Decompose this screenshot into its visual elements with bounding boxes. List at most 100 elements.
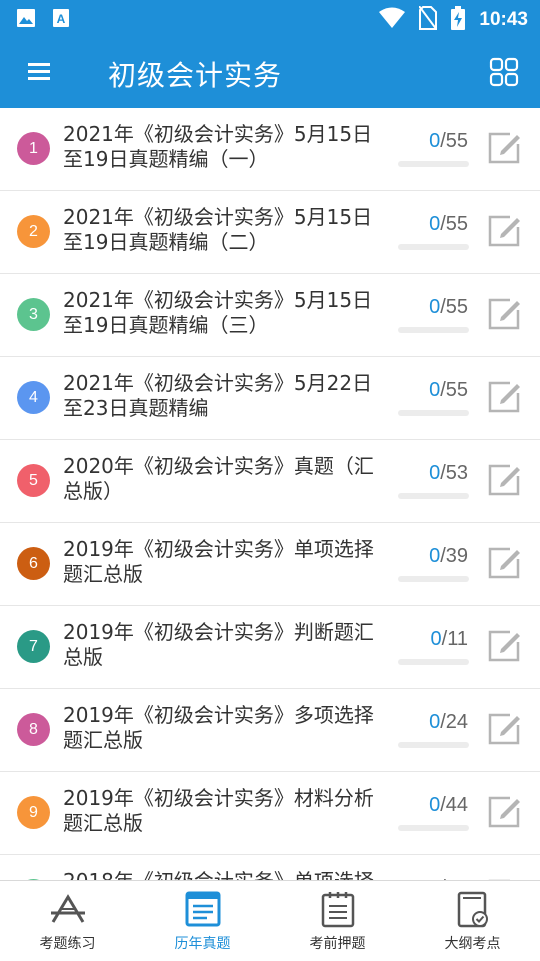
progress-bar — [398, 742, 469, 748]
list-item[interactable]: 9 2019年《初级会计实务》材料分析题汇总版 0/44 — [0, 772, 540, 855]
progress-bar — [398, 410, 469, 416]
index-badge: 5 — [17, 464, 50, 497]
pre-exam-icon — [318, 889, 358, 929]
list-item[interactable]: 7 2019年《初级会计实务》判断题汇总版 0/11 — [0, 606, 540, 689]
progress-bar — [398, 825, 469, 831]
total-count: /39 — [440, 545, 468, 567]
edit-icon[interactable] — [486, 379, 522, 415]
index-badge: 7 — [17, 630, 50, 663]
progress-bar — [398, 493, 469, 499]
index-badge: 8 — [17, 713, 50, 746]
exam-title: 2018年《初级会计实务》单项选择题汇总版 — [63, 869, 383, 880]
progress-count: 0/53 — [429, 462, 468, 485]
edit-icon[interactable] — [486, 794, 522, 830]
done-count: 0 — [429, 213, 441, 235]
edit-icon[interactable] — [486, 462, 522, 498]
done-count: 0 — [429, 296, 441, 318]
syllabus-icon — [453, 889, 493, 929]
index-badge: 9 — [17, 796, 50, 829]
edit-icon[interactable] — [486, 545, 522, 581]
progress-count: 0/55 — [429, 379, 468, 402]
edit-icon[interactable] — [486, 296, 522, 332]
total-count: /53 — [440, 462, 468, 484]
progress-bar — [398, 659, 469, 665]
index-badge: 1 — [17, 132, 50, 165]
progress-bar — [398, 327, 469, 333]
list-item[interactable]: 4 2021年《初级会计实务》5月22日至23日真题精编 0/55 — [0, 357, 540, 440]
index-badge: 6 — [17, 547, 50, 580]
progress-bar — [398, 576, 469, 582]
exam-title: 2020年《初级会计实务》真题（汇总版） — [63, 454, 374, 503]
total-count: /55 — [440, 213, 468, 235]
edit-icon[interactable] — [486, 130, 522, 166]
exam-list: 1 2021年《初级会计实务》5月15日至19日真题精编（一） 0/55 2 2021年… — [0, 108, 540, 880]
done-count: 0 — [429, 794, 441, 816]
total-count: /11 — [441, 628, 468, 650]
total-count: /24 — [440, 711, 468, 733]
wifi-icon — [379, 7, 406, 33]
progress-count: 0/11 — [431, 628, 468, 651]
no-sim-icon — [418, 5, 439, 34]
list-item[interactable]: 102018年《初级会计实务》单项选择题汇总版0/30 — [0, 855, 540, 880]
list-item[interactable]: 6 2019年《初级会计实务》单项选择题汇总版 0/39 — [0, 523, 540, 606]
index-badge: 3 — [17, 298, 50, 331]
progress-count: 0/44 — [429, 794, 468, 817]
battery-charging-icon — [451, 6, 466, 34]
hamburger-icon[interactable] — [26, 58, 58, 86]
page-title: 初级会计实务 — [108, 59, 283, 92]
total-count: /55 — [440, 130, 468, 152]
list-item[interactable]: 5 2020年《初级会计实务》真题（汇总版） 0/53 — [0, 440, 540, 523]
list-item[interactable]: 1 2021年《初级会计实务》5月15日至19日真题精编（一） 0/55 — [0, 108, 540, 191]
tab-pre-exam[interactable]: 考前押题 — [270, 881, 405, 961]
index-badge: 2 — [17, 215, 50, 248]
list-item[interactable]: 2 2021年《初级会计实务》5月15日至19日真题精编（二） 0/55 — [0, 191, 540, 274]
practice-icon — [48, 889, 88, 929]
image-icon — [16, 8, 36, 32]
done-count: 0 — [429, 130, 441, 152]
bottom-nav: 考题练习 历年真题 考前押题 大纲考点 — [0, 880, 540, 961]
svg-text:A: A — [57, 12, 66, 26]
tab-label: 考题练习 — [39, 936, 96, 952]
progress-count: 0/39 — [429, 545, 468, 568]
done-count: 0 — [429, 711, 441, 733]
progress-bar — [398, 244, 469, 250]
app-bar: 初级会计实务 — [0, 36, 540, 108]
status-bar: A 10:43 — [0, 0, 540, 36]
done-count: 0 — [429, 379, 441, 401]
done-count: 0 — [429, 462, 441, 484]
progress-count: 0/55 — [429, 296, 468, 319]
index-badge: 4 — [17, 381, 50, 414]
edit-icon[interactable] — [486, 213, 522, 249]
tab-label: 历年真题 — [174, 936, 231, 952]
exam-title: 2019年《初级会计实务》单项选择题汇总版 — [63, 537, 374, 586]
progress-bar — [398, 161, 469, 167]
tab-practice[interactable]: 考题练习 — [0, 881, 135, 961]
exam-title: 2021年《初级会计实务》5月15日至19日真题精编（二） — [63, 205, 373, 254]
list-item[interactable]: 3 2021年《初级会计实务》5月15日至19日真题精编（三） 0/55 — [0, 274, 540, 357]
list-item[interactable]: 8 2019年《初级会计实务》多项选择题汇总版 0/24 — [0, 689, 540, 772]
text-a-icon: A — [52, 8, 70, 32]
done-count: 0 — [429, 545, 441, 567]
past-exams-icon — [183, 889, 223, 929]
total-count: /44 — [440, 794, 468, 816]
tab-syllabus[interactable]: 大纲考点 — [405, 881, 540, 961]
tab-label: 考前押题 — [309, 936, 366, 952]
grid-icon[interactable] — [488, 56, 520, 88]
done-count: 0 — [430, 628, 442, 650]
exam-title: 2019年《初级会计实务》材料分析题汇总版 — [63, 786, 374, 835]
edit-icon[interactable] — [486, 628, 522, 664]
exam-title: 2021年《初级会计实务》5月15日至19日真题精编（一） — [63, 122, 373, 171]
progress-count: 0/24 — [429, 711, 468, 734]
exam-title: 2019年《初级会计实务》多项选择题汇总版 — [63, 703, 374, 752]
progress-count: 0/55 — [429, 130, 468, 153]
progress-count: 0/55 — [429, 213, 468, 236]
exam-title: 2021年《初级会计实务》5月15日至19日真题精编（三） — [63, 288, 373, 337]
total-count: /55 — [440, 296, 468, 318]
status-time: 10:43 — [479, 9, 528, 30]
tab-label: 大纲考点 — [444, 936, 501, 952]
tab-past-exams[interactable]: 历年真题 — [135, 881, 270, 961]
exam-title: 2019年《初级会计实务》判断题汇总版 — [63, 620, 374, 669]
edit-icon[interactable] — [486, 711, 522, 747]
total-count: /55 — [440, 379, 468, 401]
exam-title: 2021年《初级会计实务》5月22日至23日真题精编 — [63, 371, 373, 420]
